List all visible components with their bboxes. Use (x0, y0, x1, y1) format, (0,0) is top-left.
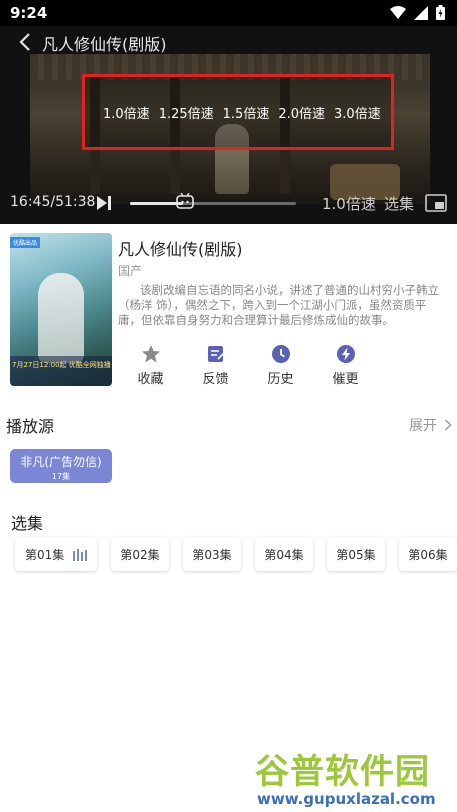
speed-button[interactable]: 1.0倍速 (322, 193, 376, 214)
watermark-url: www.gupuxlazal.com (257, 790, 436, 808)
urge-update-button[interactable]: 催更 (313, 344, 378, 387)
battery-icon (436, 5, 445, 20)
drama-region: 国产 (118, 264, 143, 278)
episode-item-05[interactable]: 第05集 (327, 537, 385, 571)
picture-in-picture-icon[interactable] (425, 194, 447, 212)
progress-bar[interactable] (130, 202, 296, 205)
speed-option-2-0[interactable]: 2.0倍速 (278, 103, 325, 122)
favorite-button[interactable]: 收藏 (118, 344, 183, 387)
speed-option-1-5[interactable]: 1.5倍速 (223, 103, 270, 122)
episode-item-02[interactable]: 第02集 (111, 537, 169, 571)
player-controls: 16:45/51:38 1.0倍速 选集 (0, 188, 457, 218)
status-bar: 9:24 (0, 0, 457, 26)
source-section-title: 播放源 (6, 417, 55, 436)
playing-indicator-icon (73, 549, 87, 561)
lightning-icon (336, 345, 355, 363)
watermark-name: 谷普软件园 (255, 752, 430, 792)
status-time: 9:24 (10, 4, 48, 22)
drama-description: 该剧改编自忘语的同名小说，讲述了普通的山村穷小子韩立（杨洋 饰），偶然之下，跨入… (118, 283, 439, 327)
speed-option-1-0[interactable]: 1.0倍速 (103, 103, 150, 122)
episode-item-03[interactable]: 第03集 (183, 537, 241, 571)
star-icon (141, 345, 160, 363)
episode-item-04[interactable]: 第04集 (255, 537, 313, 571)
next-play-icon[interactable] (96, 195, 112, 211)
drama-title: 凡人修仙传(剧版) (118, 240, 243, 259)
speed-option-1-25[interactable]: 1.25倍速 (159, 103, 214, 122)
back-arrow-icon[interactable] (16, 32, 36, 52)
video-player[interactable]: 凡人修仙传(剧版) 1.0倍速 1.25倍速 1.5倍速 2.0倍速 3.0倍速… (0, 26, 457, 224)
feedback-icon (207, 346, 225, 362)
watermark: 谷普软件园 www.gupuxlazal.com (249, 742, 457, 812)
expand-button[interactable]: 展开 (409, 415, 452, 435)
poster-badge: 优酷出品 (10, 237, 41, 248)
episode-list: 第01集 第02集 第03集 第04集 第05集 第06集 (15, 537, 457, 571)
feedback-button[interactable]: 反馈 (183, 344, 248, 387)
source-name: 非凡(广告勿信) (20, 455, 102, 469)
action-bar: 收藏 反馈 历史 催更 (118, 344, 378, 387)
source-episode-count: 17集 (51, 472, 71, 481)
episode-item-01[interactable]: 第01集 (15, 537, 97, 571)
wifi-icon (390, 5, 406, 19)
playback-time: 16:45/51:38 (10, 194, 96, 210)
video-title: 凡人修仙传(剧版) (42, 35, 167, 54)
clock-icon (271, 345, 290, 363)
episode-item-06[interactable]: 第06集 (399, 537, 457, 571)
speed-options: 1.0倍速 1.25倍速 1.5倍速 2.0倍速 3.0倍速 (103, 103, 381, 122)
chevron-right-icon (445, 419, 452, 431)
speed-selector-panel: 1.0倍速 1.25倍速 1.5倍速 2.0倍速 3.0倍速 (82, 74, 394, 150)
episodes-section-title: 选集 (11, 514, 44, 533)
speed-option-3-0[interactable]: 3.0倍速 (334, 103, 381, 122)
poster-date: 7月27日12:00起 优酷全网独播 (12, 361, 111, 369)
expand-label: 展开 (409, 418, 437, 434)
poster-figure (38, 273, 84, 363)
drama-poster[interactable]: 优酷出品 7月27日12:00起 优酷全网独播 (10, 233, 112, 386)
episodes-button[interactable]: 选集 (384, 193, 414, 214)
source-card[interactable]: 非凡(广告勿信) 17集 (10, 449, 112, 483)
progress-thumb-icon[interactable] (176, 193, 194, 209)
signal-icon (414, 5, 428, 20)
player-top-bar: 凡人修仙传(剧版) (0, 26, 457, 58)
history-button[interactable]: 历史 (248, 344, 313, 387)
status-icons (390, 5, 445, 20)
